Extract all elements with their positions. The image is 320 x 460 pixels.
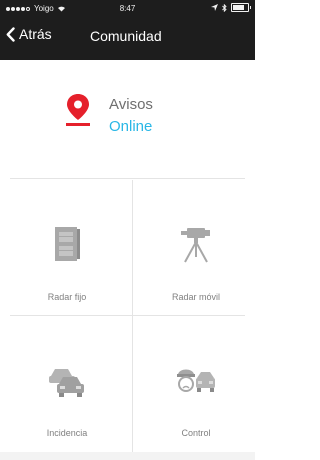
- back-button[interactable]: Atrás: [6, 26, 52, 42]
- location-arrow-icon: [211, 4, 218, 11]
- avisos-row[interactable]: Avisos Online: [0, 60, 255, 180]
- bluetooth-icon: [222, 3, 227, 12]
- battery-level: [233, 5, 244, 10]
- tile-label: Radar fijo: [47, 292, 87, 302]
- status-bar: Yoigo 8:47: [0, 0, 255, 18]
- navigation-bar: Atrás Comunidad: [0, 18, 255, 60]
- car-incident-icon: [49, 369, 84, 397]
- bottom-edge: [0, 452, 255, 460]
- map-pin-icon: [66, 94, 90, 126]
- tile-radar-fijo[interactable]: Radar fijo: [4, 180, 130, 317]
- avisos-state: Online: [109, 118, 153, 135]
- chevron-left-icon: [6, 26, 15, 42]
- tile-incidencia[interactable]: Incidencia: [4, 316, 130, 453]
- divider: [10, 178, 245, 179]
- avisos-label: Avisos: [109, 96, 153, 113]
- tile-radar-movil[interactable]: Radar móvil: [133, 180, 259, 317]
- back-label: Atrás: [19, 26, 52, 42]
- tile-control[interactable]: Control: [133, 316, 259, 453]
- mobile-radar-icon: [181, 228, 210, 263]
- tile-label: Incidencia: [46, 428, 88, 438]
- app-screen: Yoigo 8:47 Atrás Comunidad Avisos Online…: [0, 0, 255, 460]
- battery-icon: [231, 3, 251, 12]
- fixed-radar-icon: [55, 227, 80, 261]
- page-title: Comunidad: [90, 28, 162, 44]
- tile-label: Radar móvil: [171, 292, 220, 302]
- tile-label: Control: [181, 428, 211, 438]
- police-control-icon: [177, 369, 215, 392]
